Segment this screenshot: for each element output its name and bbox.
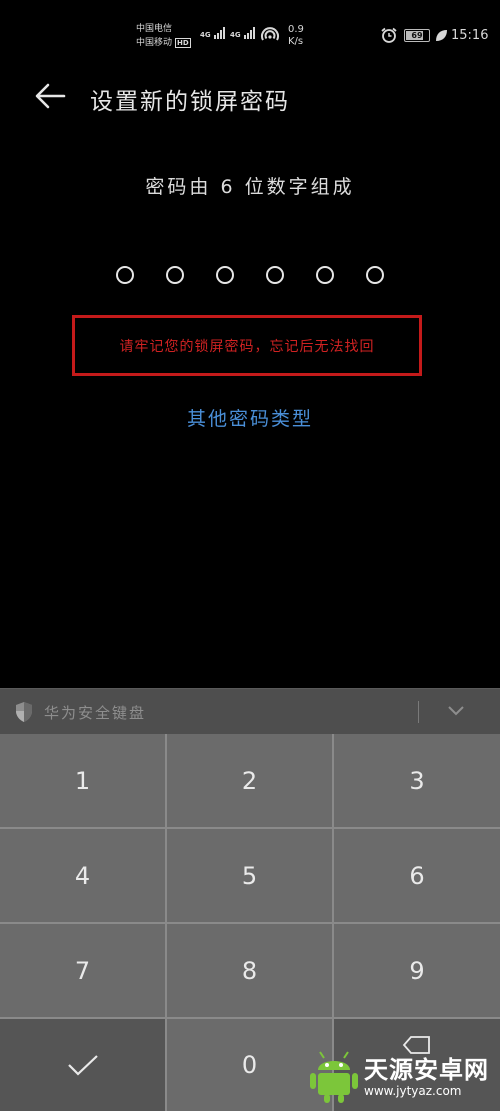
speed-value: 0.9 <box>288 24 304 35</box>
warning-highlight-box: 请牢记您的锁屏密码，忘记后无法找回 <box>72 315 422 376</box>
watermark-title: 天源安卓网 <box>364 1056 489 1084</box>
pin-dot <box>366 266 384 284</box>
key-7[interactable]: 7 <box>0 924 165 1017</box>
key-4[interactable]: 4 <box>0 829 165 922</box>
page-title: 设置新的锁屏密码 <box>90 89 290 115</box>
arrow-left-icon[interactable] <box>34 82 66 110</box>
alarm-icon <box>381 27 397 43</box>
hotspot-icon <box>261 27 279 41</box>
battery-level: 69 <box>411 31 423 40</box>
pin-dot <box>266 266 284 284</box>
keyboard-title: 华为安全键盘 <box>44 704 147 722</box>
shield-icon <box>16 702 32 722</box>
pin-dot <box>166 266 184 284</box>
key-5[interactable]: 5 <box>167 829 332 922</box>
key-1[interactable]: 1 <box>0 734 165 827</box>
carrier-2-label: 中国移动 <box>136 38 173 48</box>
network-type-2: 4G <box>230 31 241 39</box>
key-8[interactable]: 8 <box>167 924 332 1017</box>
chevron-down-icon[interactable] <box>446 703 466 717</box>
leaf-icon <box>436 30 447 41</box>
watermark-url: www.jytyaz.com <box>364 1084 462 1098</box>
pin-dot <box>316 266 334 284</box>
network-speed: 0.9 K/s <box>288 24 304 48</box>
clock: 15:16 <box>451 28 489 43</box>
site-watermark: 天源安卓网 www.jytyaz.com <box>302 1040 500 1111</box>
status-bar: 中国电信 中国移动 HD 4G 4G 0.9 K/s 69 15:16 <box>0 0 500 62</box>
pin-dot <box>116 266 134 284</box>
key-6[interactable]: 6 <box>334 829 500 922</box>
pin-instructions: 密码由 6 位数字组成 <box>145 176 355 198</box>
carrier-info: 中国电信 中国移动 HD <box>136 22 191 50</box>
key-3[interactable]: 3 <box>334 734 500 827</box>
confirm-key[interactable] <box>0 1019 165 1111</box>
pin-dot <box>216 266 234 284</box>
toolbar-divider <box>418 701 419 723</box>
speed-unit: K/s <box>288 36 304 47</box>
warning-text: 请牢记您的锁屏密码，忘记后无法找回 <box>119 338 375 355</box>
carrier-1-label: 中国电信 <box>136 24 173 34</box>
keyboard-toolbar: 华为安全键盘 <box>0 688 500 734</box>
android-logo-icon <box>310 1051 358 1103</box>
checkmark-icon <box>67 1055 98 1076</box>
key-2[interactable]: 2 <box>167 734 332 827</box>
battery-icon: 69 <box>404 29 430 42</box>
signal-icon: 4G <box>200 27 225 39</box>
network-type-1: 4G <box>200 31 211 39</box>
hd-badge: HD <box>175 38 191 48</box>
signal-icon-2: 4G <box>230 27 255 39</box>
other-password-types-link[interactable]: 其他密码类型 <box>0 404 500 431</box>
key-9[interactable]: 9 <box>334 924 500 1017</box>
pin-indicator <box>110 266 390 286</box>
